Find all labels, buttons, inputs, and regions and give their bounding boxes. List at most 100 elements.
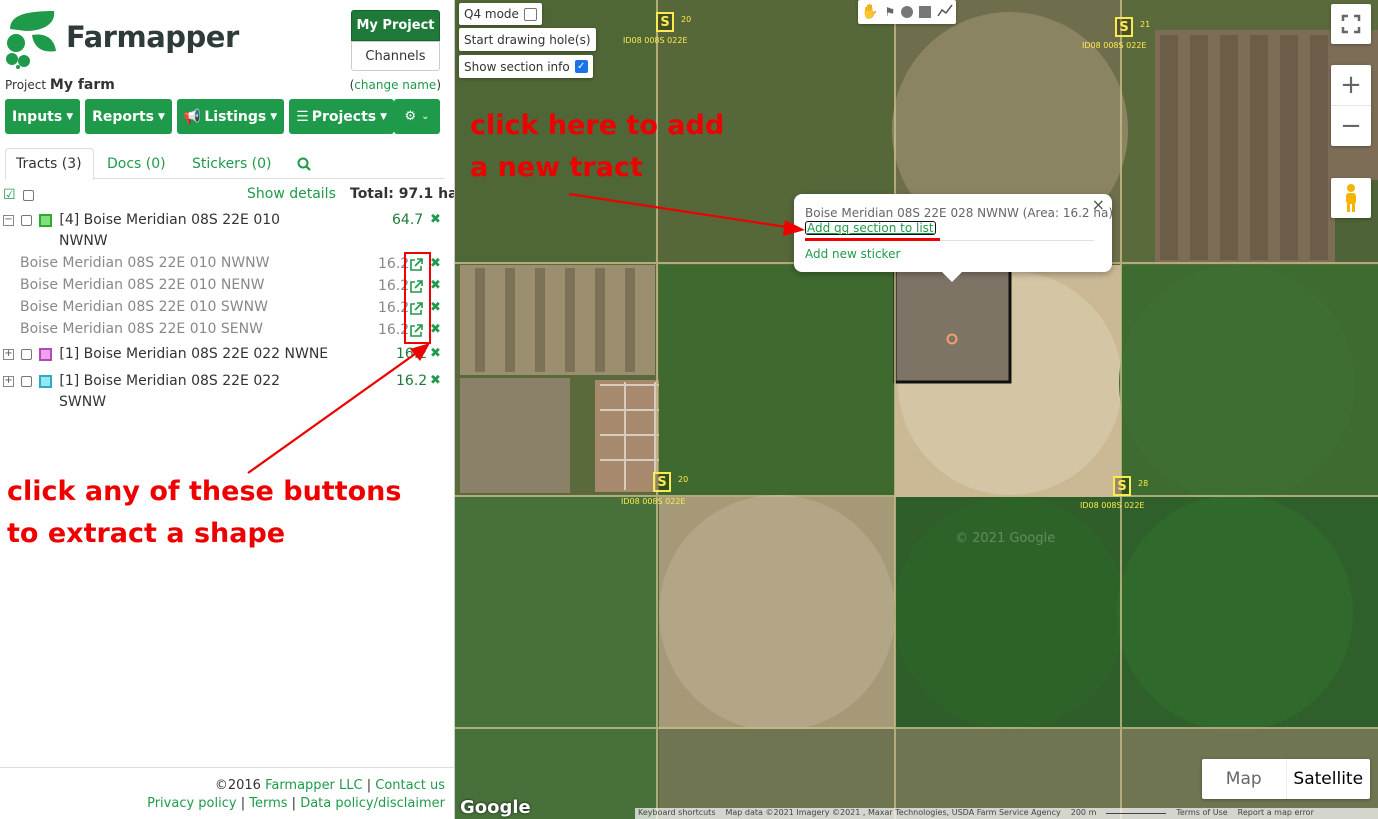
reports-menu-button[interactable]: Reports ▼ bbox=[85, 99, 172, 134]
check-all-icon[interactable]: ☑ bbox=[3, 187, 16, 203]
tract-checkbox[interactable] bbox=[21, 214, 33, 226]
change-name-close-paren: ) bbox=[436, 78, 441, 92]
separator: | bbox=[236, 796, 250, 811]
section-marker-icon: S bbox=[1115, 17, 1133, 37]
list-icon: ☰ bbox=[296, 108, 309, 125]
data-policy-link[interactable]: Data policy/disclaimer bbox=[300, 796, 445, 811]
terms-link[interactable]: Terms bbox=[249, 796, 287, 811]
inputs-menu-button[interactable]: Inputs ▼ bbox=[5, 99, 81, 134]
caret-down-icon: ▼ bbox=[270, 111, 278, 122]
section-label: ID08 008S 022E bbox=[623, 36, 688, 45]
street-view-pegman[interactable] bbox=[1331, 178, 1371, 218]
highlight-box bbox=[404, 252, 431, 344]
q4-mode-checkbox[interactable] bbox=[523, 7, 537, 21]
menu-bar: Inputs ▼ Reports ▼ 📢 Listings ▼ ☰ Projects ▼ bbox=[5, 99, 395, 134]
draw-marker-icon[interactable]: ⚑ bbox=[884, 5, 895, 19]
listings-label: Listings bbox=[204, 108, 267, 125]
zoom-in-button[interactable]: + bbox=[1331, 65, 1371, 105]
settings-menu-button[interactable]: ⚙ ⌄ bbox=[394, 99, 440, 134]
delete-tract-icon[interactable]: ✖ bbox=[430, 212, 441, 227]
draw-rectangle-icon[interactable] bbox=[919, 6, 932, 18]
keyboard-shortcuts-link[interactable]: Keyboard shortcuts bbox=[638, 808, 715, 819]
map-attribution: Keyboard shortcuts Map data ©2021 Imager… bbox=[635, 808, 1378, 819]
caret-down-icon: ▼ bbox=[66, 111, 74, 122]
q4-mode-toggle[interactable]: Q4 mode bbox=[459, 3, 542, 25]
expand-icon[interactable]: + bbox=[3, 375, 14, 387]
section-label: ID08 008S 022E bbox=[1080, 501, 1145, 510]
channels-button[interactable]: Channels bbox=[351, 41, 440, 71]
zoom-out-button[interactable]: − bbox=[1331, 105, 1371, 145]
section-marker-icon: S bbox=[656, 12, 674, 32]
terms-of-use-link[interactable]: Terms of Use bbox=[1176, 808, 1227, 819]
section-marker-icon: S bbox=[653, 472, 671, 492]
project-label: Project bbox=[5, 78, 47, 92]
zoom-control: + − bbox=[1331, 65, 1371, 146]
draw-circle-icon[interactable] bbox=[901, 6, 914, 18]
tract-checkbox[interactable] bbox=[21, 375, 33, 387]
sub-tract-name: Boise Meridian 08S 22E 010 SWNW bbox=[20, 299, 268, 315]
scale-label[interactable]: 200 m bbox=[1071, 808, 1097, 819]
sidebar: Farmapper My Project Channels Project My… bbox=[0, 0, 455, 819]
change-name-link[interactable]: change name bbox=[354, 78, 436, 92]
annotation-text: click any of these buttons bbox=[7, 476, 402, 507]
add-new-sticker-link[interactable]: Add new sticker bbox=[805, 247, 900, 261]
uncheck-all-checkbox[interactable] bbox=[23, 189, 35, 201]
show-details-link[interactable]: Show details bbox=[247, 186, 336, 202]
map-type-map-button[interactable]: Map bbox=[1202, 759, 1286, 799]
privacy-link[interactable]: Privacy policy bbox=[147, 796, 236, 811]
chevron-down-icon: ⌄ bbox=[421, 111, 430, 122]
draw-polyline-icon[interactable] bbox=[937, 4, 953, 21]
satellite-map[interactable]: S 20 ID08 008S 022E S 21 ID08 008S 022E … bbox=[455, 0, 1378, 819]
gears-icon: ⚙ bbox=[404, 109, 417, 124]
contact-link[interactable]: Contact us bbox=[375, 778, 445, 793]
projects-menu-button[interactable]: ☰ Projects ▼ bbox=[289, 99, 395, 134]
tract-group-row: + [1] Boise Meridian 08S 22E 022 bbox=[3, 373, 280, 389]
show-section-info-label: Show section info bbox=[464, 59, 570, 74]
tab-stickers[interactable]: Stickers (0) bbox=[182, 148, 282, 180]
caret-down-icon: ▼ bbox=[157, 111, 165, 122]
sub-tract-name: Boise Meridian 08S 22E 010 SENW bbox=[20, 321, 263, 337]
tract-area: 64.7 bbox=[392, 212, 424, 228]
map-type-control: Map Satellite bbox=[1202, 759, 1370, 799]
map-type-satellite-button[interactable]: Satellite bbox=[1285, 759, 1371, 799]
annotation-arrow bbox=[568, 192, 805, 236]
search-icon[interactable] bbox=[287, 148, 321, 180]
delete-subtract-icon[interactable]: ✖ bbox=[430, 300, 441, 315]
delete-subtract-icon[interactable]: ✖ bbox=[430, 256, 441, 271]
map-watermark: © 2021 Google bbox=[955, 531, 1056, 546]
start-drawing-holes-button[interactable]: Start drawing hole(s) bbox=[459, 28, 596, 51]
add-qq-section-link[interactable]: Add qq section to list bbox=[805, 221, 936, 235]
tract-color-swatch[interactable] bbox=[38, 374, 52, 388]
section-label: ID08 008S 022E bbox=[621, 497, 686, 506]
show-section-info-toggle[interactable]: Show section info ✓ bbox=[459, 55, 593, 78]
tract-color-swatch[interactable] bbox=[38, 213, 52, 227]
pegman-icon bbox=[1346, 184, 1356, 212]
annotation-arrow bbox=[247, 343, 430, 474]
tab-tracts[interactable]: Tracts (3) bbox=[5, 148, 94, 180]
company-link[interactable]: Farmapper LLC bbox=[265, 778, 363, 793]
close-icon[interactable]: × bbox=[1092, 195, 1105, 214]
listings-menu-button[interactable]: 📢 Listings ▼ bbox=[176, 99, 285, 134]
tract-color-swatch[interactable] bbox=[38, 347, 52, 361]
select-all-row: ☑ bbox=[3, 187, 35, 203]
my-project-button[interactable]: My Project bbox=[351, 10, 440, 41]
annotation-text: to extract a shape bbox=[7, 518, 286, 549]
section-marker-icon: S bbox=[1113, 476, 1131, 496]
delete-subtract-icon[interactable]: ✖ bbox=[430, 278, 441, 293]
caret-down-icon: ▼ bbox=[380, 111, 388, 122]
show-section-info-checkbox[interactable]: ✓ bbox=[574, 60, 588, 73]
tract-checkbox[interactable] bbox=[21, 348, 33, 360]
report-map-error-link[interactable]: Report a map error bbox=[1238, 808, 1314, 819]
collapse-icon[interactable]: − bbox=[3, 214, 14, 226]
farmapper-logo-icon bbox=[6, 11, 56, 69]
fullscreen-button[interactable] bbox=[1331, 4, 1371, 44]
section-number: 28 bbox=[1138, 479, 1149, 488]
section-number: 20 bbox=[678, 475, 689, 484]
hand-pan-icon[interactable]: ✋ bbox=[861, 4, 878, 20]
section-number: 21 bbox=[1140, 20, 1151, 29]
tract-name: [4] Boise Meridian 08S 22E 010 bbox=[59, 212, 281, 228]
tab-docs[interactable]: Docs (0) bbox=[97, 148, 176, 180]
scale-bar bbox=[1106, 808, 1167, 814]
expand-icon[interactable]: + bbox=[3, 348, 14, 360]
reports-label: Reports bbox=[92, 108, 154, 125]
